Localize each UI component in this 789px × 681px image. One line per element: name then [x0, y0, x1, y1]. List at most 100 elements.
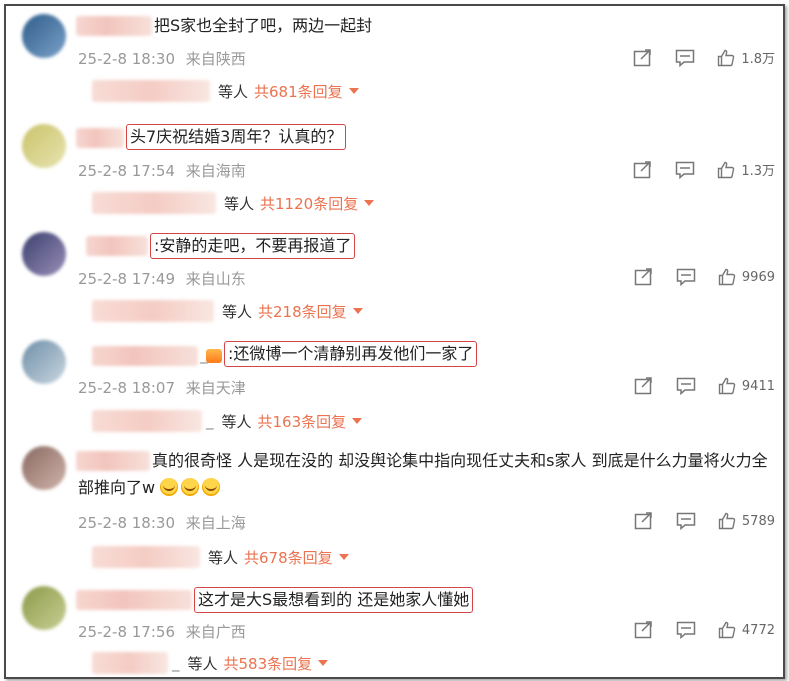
caret-down-icon[interactable]: [364, 200, 375, 206]
reply-summary[interactable]: _ 等人 共163条回复: [92, 410, 363, 432]
reply-summary[interactable]: 等人 共1120条回复: [92, 192, 375, 214]
replier-names-blurred: [92, 652, 168, 674]
comment-icon: [676, 268, 696, 286]
like-button[interactable]: 9969: [718, 268, 775, 286]
caret-down-icon[interactable]: [348, 88, 359, 94]
share-icon: [634, 512, 652, 530]
comment-item: :安静的走吧，不要再报道了 25-2-8 17:49 来自山东 9969 等人 …: [6, 224, 783, 332]
comment-meta: 25-2-8 18:30 来自陕西: [78, 48, 246, 69]
like-button[interactable]: 4772: [718, 621, 775, 639]
comment-location: 来自山东: [185, 270, 246, 288]
comment-location: 来自陕西: [185, 50, 246, 68]
comment-location: 来自天津: [185, 379, 246, 397]
thumbs-up-icon: [718, 377, 736, 395]
replier-names-blurred: [92, 410, 202, 432]
comment-text: 头7庆祝结婚3周年？认真的？: [126, 124, 347, 150]
username-blurred[interactable]: [92, 346, 198, 366]
thumbs-up-icon: [718, 268, 736, 286]
like-button[interactable]: 5789: [718, 512, 775, 530]
comment-actions: 9411: [612, 377, 775, 395]
comment-date: 25-2-8 18:07: [78, 379, 175, 397]
comment-button[interactable]: [675, 49, 695, 67]
like-count: 1.8万: [741, 52, 775, 67]
reply-label: 等人: [208, 548, 239, 567]
share-button[interactable]: [634, 621, 654, 639]
reply-count[interactable]: 共583条回复: [224, 653, 313, 674]
like-button[interactable]: 1.3万: [717, 160, 775, 179]
avatar[interactable]: [22, 124, 66, 168]
comment-button[interactable]: [675, 161, 695, 179]
share-icon: [634, 268, 652, 286]
share-button[interactable]: [633, 160, 653, 179]
comment-text: 这才是大S最想看到的 还是她家人懂她: [194, 587, 474, 613]
comment-item: 这才是大S最想看到的 还是她家人懂她 25-2-8 17:56 来自广西 477…: [6, 578, 783, 677]
reply-summary[interactable]: 等人 共678条回复: [92, 546, 349, 568]
vip-badge-icon: [206, 349, 222, 363]
reply-summary[interactable]: _ 等人 共583条回复: [92, 652, 329, 674]
reply-summary[interactable]: 等人 共218条回复: [92, 300, 363, 322]
comment-date: 25-2-8 17:54: [78, 162, 175, 180]
comment-item: _ :还微博一个清静别再发他们一家了 25-2-8 18:07 来自天津 941…: [6, 332, 783, 440]
replier-names-blurred: [92, 192, 216, 214]
like-button[interactable]: 1.8万: [717, 48, 775, 67]
reply-label: 等人: [222, 302, 253, 321]
replier-names-blurred: [92, 546, 200, 568]
avatar[interactable]: [22, 14, 66, 58]
reply-count[interactable]: 共681条回复: [254, 81, 343, 102]
comment-item: 真的很奇怪 人是现在没的 却没舆论集中指向现任丈夫和s家人 到底是什么力量将火力…: [6, 442, 783, 578]
comment-meta: 25-2-8 18:07 来自天津: [78, 377, 246, 398]
reply-summary[interactable]: 等人 共681条回复: [92, 80, 359, 102]
comment-text: 把S家也全封了吧，两边一起封: [154, 16, 373, 35]
comment-list: 把S家也全封了吧，两边一起封 25-2-8 18:30 来自陕西 1.8万 等人…: [4, 4, 785, 679]
like-count: 4772: [741, 622, 775, 638]
caret-down-icon[interactable]: [318, 660, 329, 666]
comment-actions: 9969: [612, 268, 775, 286]
share-button[interactable]: [634, 377, 654, 395]
reply-count[interactable]: 共163条回复: [258, 411, 347, 432]
thumbs-up-icon: [718, 49, 735, 66]
like-count: 9969: [741, 269, 775, 285]
share-button[interactable]: [634, 512, 654, 530]
comment-icon: [676, 377, 696, 395]
comment-button[interactable]: [676, 377, 696, 395]
laughing-emoji-icon: [202, 478, 221, 496]
avatar[interactable]: [22, 232, 66, 276]
comment-meta: 25-2-8 18:30 来自上海: [78, 512, 246, 533]
like-button[interactable]: 9411: [718, 377, 775, 395]
caret-down-icon[interactable]: [352, 418, 363, 424]
like-count: 9411: [741, 378, 775, 394]
comment-text: 真的很奇怪 人是现在没的 却没舆论集中指向现任丈夫和s家人 到底是什么力量将火力…: [78, 451, 768, 497]
avatar[interactable]: [22, 446, 66, 490]
reply-label: 等人: [224, 194, 255, 213]
caret-down-icon[interactable]: [352, 308, 363, 314]
comment-icon: [676, 161, 695, 179]
share-icon: [634, 621, 652, 639]
comment-actions: 5789: [612, 512, 775, 530]
reply-count[interactable]: 共678条回复: [244, 547, 333, 568]
avatar[interactable]: [22, 340, 66, 384]
comment-date: 25-2-8 18:30: [78, 50, 175, 68]
comment-location: 来自上海: [185, 514, 246, 532]
reply-count[interactable]: 共218条回复: [258, 301, 347, 322]
comment-button[interactable]: [676, 512, 696, 530]
comment-item: 把S家也全封了吧，两边一起封 25-2-8 18:30 来自陕西 1.8万 等人…: [6, 6, 783, 111]
comment-date: 25-2-8 17:49: [78, 270, 175, 288]
caret-down-icon[interactable]: [338, 554, 349, 560]
share-button[interactable]: [634, 268, 654, 286]
share-icon: [634, 160, 652, 178]
username-blurred[interactable]: [86, 236, 148, 256]
comment-actions: 1.3万: [611, 160, 775, 179]
avatar[interactable]: [22, 586, 66, 630]
comment-text: :安静的走吧，不要再报道了: [150, 233, 356, 259]
username-blurred[interactable]: [76, 128, 124, 148]
username-blurred[interactable]: [76, 16, 152, 36]
share-button[interactable]: [633, 48, 653, 67]
reply-count[interactable]: 共1120条回复: [260, 193, 358, 214]
comment-location: 来自广西: [185, 623, 246, 641]
comment-actions: 1.8万: [611, 48, 775, 67]
share-icon: [634, 377, 652, 395]
username-blurred[interactable]: [76, 590, 192, 610]
comment-button[interactable]: [676, 268, 696, 286]
like-count: 5789: [741, 513, 775, 529]
comment-button[interactable]: [676, 621, 696, 639]
